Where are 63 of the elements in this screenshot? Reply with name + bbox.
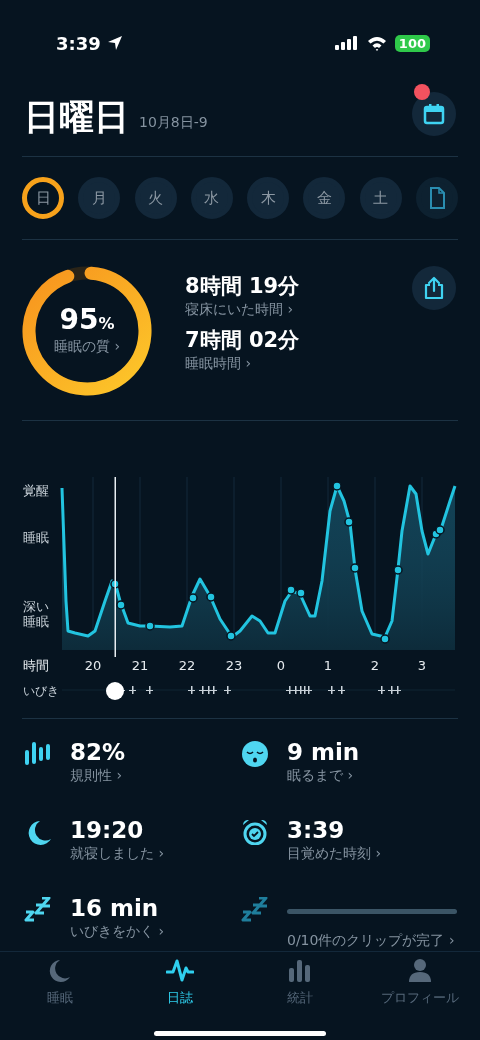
axis-label: 深い睡眠 bbox=[23, 599, 49, 629]
day-button[interactable]: 水 bbox=[190, 177, 233, 219]
document-icon bbox=[428, 187, 445, 209]
location-icon bbox=[106, 35, 123, 51]
tab[interactable]: 睡眠 bbox=[0, 958, 120, 1040]
zzz-icon bbox=[241, 896, 269, 923]
metric-link[interactable]: いびきをかく › bbox=[70, 921, 165, 943]
alarm-clock-icon bbox=[241, 818, 269, 845]
status-time: 3:39 bbox=[56, 31, 101, 56]
axis-label: 覚醒 bbox=[23, 483, 49, 498]
time-cursor[interactable] bbox=[114, 477, 116, 657]
share-button[interactable] bbox=[412, 266, 456, 310]
axis-tick: 20 bbox=[84, 658, 102, 673]
metric-link[interactable]: 就寝しました › bbox=[70, 843, 165, 865]
axis-tick: 1 bbox=[323, 658, 333, 673]
metric-link[interactable]: 規則性 › bbox=[70, 765, 126, 787]
axis-tick: 22 bbox=[178, 658, 196, 673]
day-button[interactable]: 金 bbox=[303, 177, 346, 219]
battery-indicator: 100 bbox=[394, 34, 430, 52]
zzz-icon bbox=[24, 896, 52, 923]
metric-value: 82% bbox=[70, 739, 126, 766]
axis-label: 睡眠 bbox=[23, 530, 49, 545]
duration-value: 8時間 19分 bbox=[185, 274, 300, 300]
tab[interactable]: 統計 bbox=[240, 958, 360, 1040]
sleepy-face-icon bbox=[241, 741, 269, 767]
quality-score: 95% bbox=[59, 305, 115, 336]
day-button[interactable]: 月 bbox=[78, 177, 121, 219]
signal-icon bbox=[334, 36, 359, 50]
day-button[interactable]: 日 bbox=[22, 177, 64, 219]
day-button[interactable]: 土 bbox=[359, 177, 402, 219]
snore-label: いびき bbox=[23, 684, 59, 698]
calendar-icon bbox=[423, 103, 445, 125]
metric-link[interactable]: 目覚めた時刻 › bbox=[287, 843, 382, 865]
tab[interactable]: 日誌 bbox=[120, 958, 240, 1040]
wave-icon bbox=[166, 958, 194, 984]
axis-tick: 2 bbox=[370, 658, 380, 673]
metric-link[interactable]: 眠るまで › bbox=[287, 765, 360, 787]
person-icon bbox=[406, 958, 434, 984]
page-title: 日曜日 bbox=[24, 100, 129, 135]
duration-link[interactable]: 寝床にいた時間 › bbox=[185, 299, 300, 321]
axis-tick: 23 bbox=[225, 658, 243, 673]
axis-tick: 0 bbox=[276, 658, 286, 673]
metric-value: 9 min bbox=[287, 739, 360, 766]
metric-value: 16 min bbox=[70, 894, 160, 922]
duration-value: 7時間 02分 bbox=[185, 328, 300, 354]
duration-link[interactable]: 睡眠時間 › bbox=[185, 353, 300, 375]
calendar-button[interactable] bbox=[412, 92, 456, 136]
regularity-icon bbox=[24, 741, 52, 767]
axis-tick: 3 bbox=[417, 658, 427, 673]
day-button[interactable]: 火 bbox=[134, 177, 177, 219]
metric-value: 19:20 bbox=[70, 816, 145, 844]
date-range: 10月8日-9 bbox=[139, 113, 208, 132]
axis-title: 時間 bbox=[23, 658, 49, 673]
tab[interactable]: プロフィール bbox=[360, 958, 480, 1040]
day-button[interactable]: 木 bbox=[247, 177, 290, 219]
share-icon bbox=[423, 276, 445, 300]
metric-link[interactable]: 0/10件のクリップが完了 › bbox=[287, 929, 457, 951]
wifi-icon bbox=[366, 35, 387, 51]
quality-link[interactable]: 睡眠の質 › bbox=[53, 335, 121, 357]
axis-tick: 21 bbox=[131, 658, 149, 673]
report-button[interactable] bbox=[415, 177, 458, 219]
metric-value: 3:39 bbox=[287, 816, 346, 844]
playhead-knob[interactable] bbox=[106, 682, 124, 700]
